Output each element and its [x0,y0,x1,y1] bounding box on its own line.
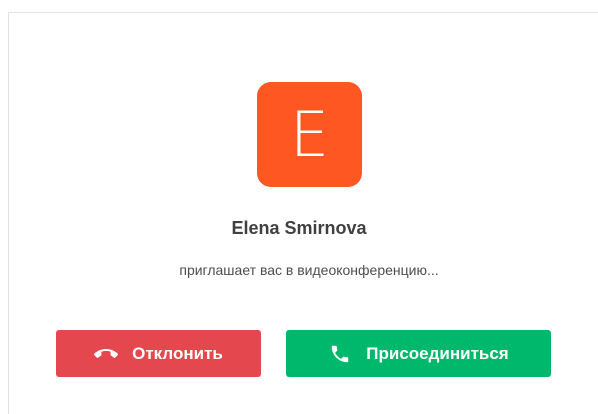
decline-button[interactable]: Отклонить [56,330,261,377]
caller-name: Elena Smirnova [231,218,367,238]
join-button[interactable]: Присоединиться [286,330,551,377]
caller-avatar: E [257,82,362,187]
phone-icon [328,342,352,366]
decline-label: Отклонить [132,343,223,363]
avatar-letter: E [289,97,330,171]
invite-message: приглашает вас в видеоконференцию... [179,262,439,278]
join-label: Присоединиться [366,343,509,363]
hang-up-icon [94,342,119,366]
